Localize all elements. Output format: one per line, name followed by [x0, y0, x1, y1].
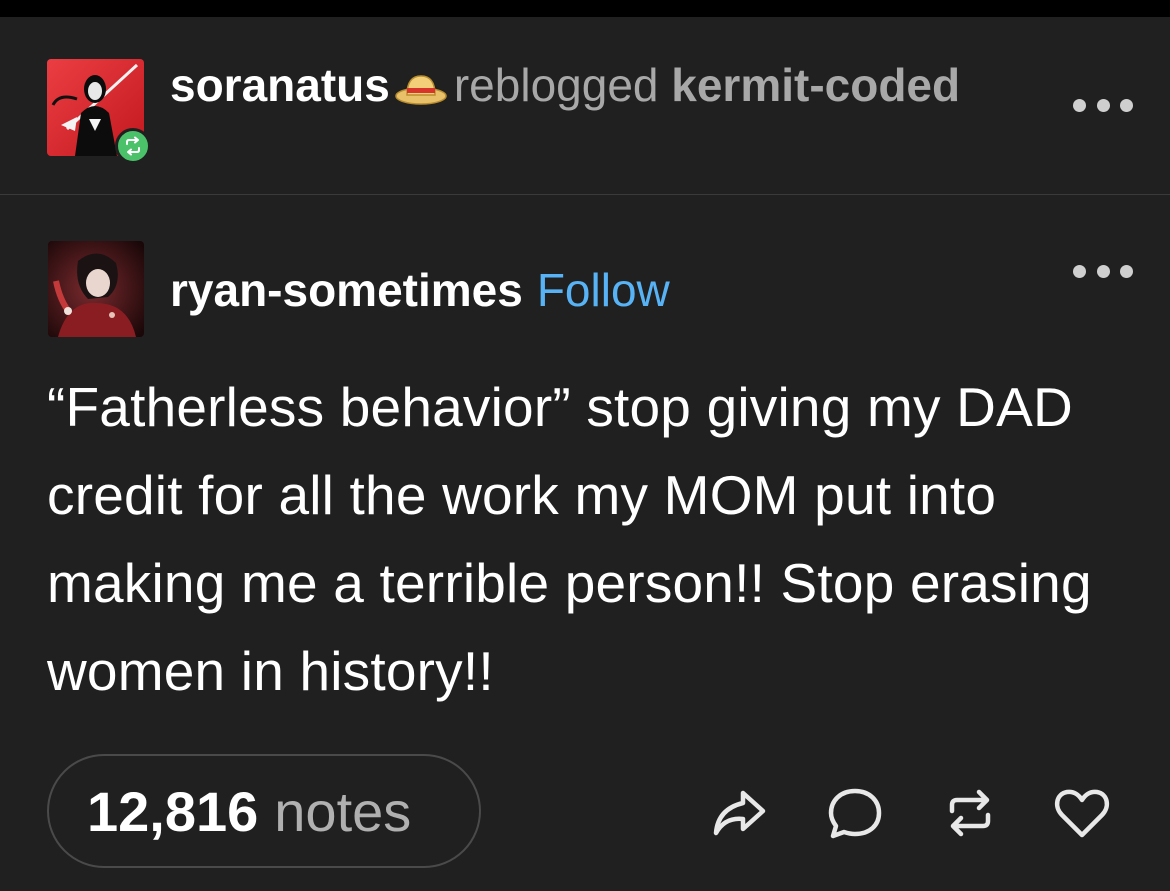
share-icon[interactable]: [709, 783, 769, 843]
reblog-badge-icon: [115, 128, 151, 164]
reblog-header: soranatus reblogged kermit-coded: [0, 17, 1170, 195]
post-body: “Fatherless behavior” stop giving my DAD…: [47, 376, 1092, 702]
more-options-icon[interactable]: [1073, 98, 1133, 112]
status-strip: [0, 0, 1170, 17]
straw-hat-icon: [394, 59, 448, 105]
notes-label: notes: [274, 779, 412, 843]
reblog-source-name[interactable]: kermit-coded: [671, 59, 960, 111]
reblog-icon[interactable]: [940, 783, 1000, 843]
notes-button[interactable]: 12,816 notes: [47, 754, 481, 868]
reblogger-name[interactable]: soranatus: [170, 59, 390, 111]
notes-count: 12,816: [87, 779, 259, 843]
reblog-attribution: soranatus reblogged kermit-coded: [170, 55, 1030, 115]
more-options-icon[interactable]: [1073, 264, 1133, 278]
author-avatar[interactable]: [48, 241, 144, 337]
reply-icon[interactable]: [825, 783, 885, 843]
post-card: soranatus reblogged kermit-coded ryan-so…: [0, 17, 1170, 891]
like-icon[interactable]: [1052, 783, 1112, 843]
author-name[interactable]: ryan-sometimes: [170, 264, 523, 316]
author-line: ryan-sometimes Follow: [170, 260, 670, 320]
follow-button[interactable]: Follow: [537, 264, 670, 316]
reblog-action-text: reblogged: [453, 59, 659, 111]
